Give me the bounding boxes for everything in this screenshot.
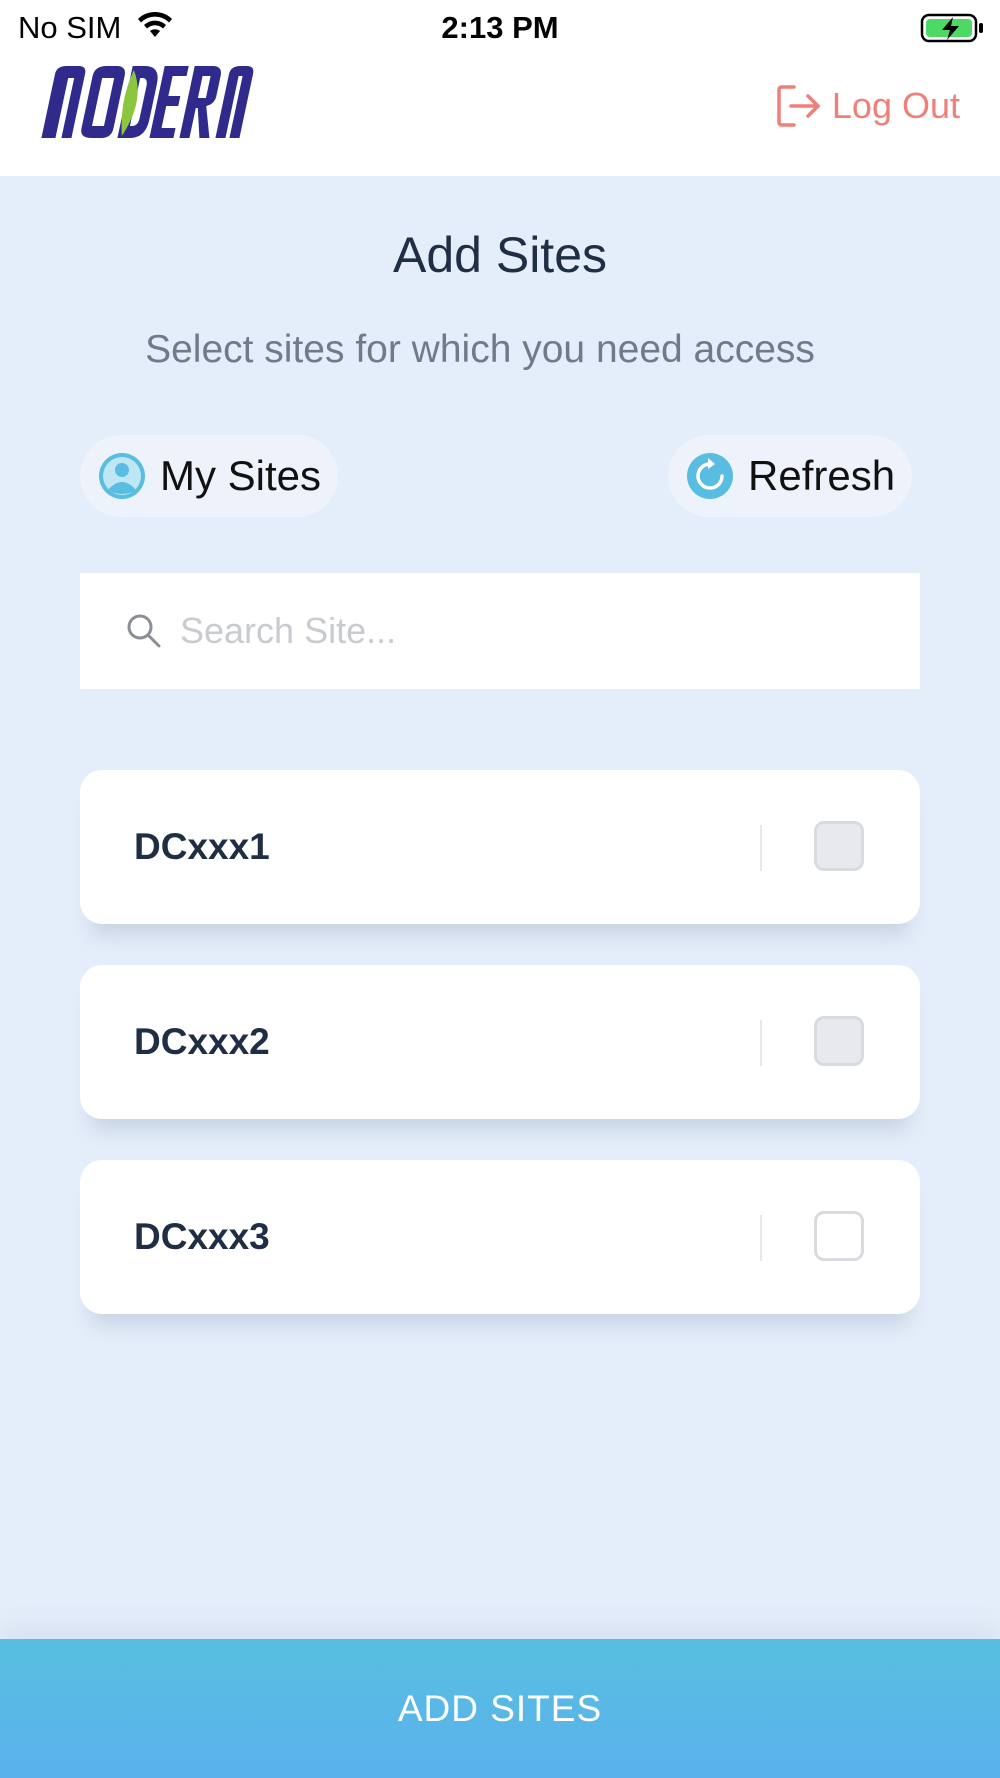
site-checkbox-1[interactable] bbox=[814, 821, 864, 871]
refresh-icon bbox=[687, 453, 733, 499]
my-sites-button[interactable]: My Sites bbox=[80, 435, 338, 517]
add-sites-button[interactable]: ADD SITES bbox=[0, 1639, 1000, 1778]
search-input[interactable] bbox=[178, 609, 882, 653]
user-icon bbox=[99, 453, 145, 499]
divider bbox=[760, 1215, 762, 1261]
site-card-1: DCxxx1 bbox=[80, 770, 920, 924]
site-card-2: DCxxx2 bbox=[80, 965, 920, 1119]
battery-charging-icon bbox=[920, 12, 986, 49]
refresh-label: Refresh bbox=[748, 452, 896, 499]
site-card-3: DCxxx3 bbox=[80, 1160, 920, 1314]
app-header: Log Out bbox=[0, 54, 1000, 176]
divider bbox=[760, 1020, 762, 1066]
page-title: Add Sites bbox=[392, 227, 607, 283]
logout-icon bbox=[777, 85, 820, 127]
clock: 2:13 PM bbox=[441, 10, 559, 45]
divider bbox=[760, 825, 762, 871]
refresh-button[interactable]: Refresh bbox=[668, 435, 912, 517]
site-name: DCxxx3 bbox=[134, 1216, 270, 1257]
search-box bbox=[80, 573, 920, 689]
site-name: DCxxx2 bbox=[134, 1021, 270, 1062]
logout-button[interactable]: Log Out bbox=[776, 78, 960, 134]
site-name: DCxxx1 bbox=[134, 826, 270, 867]
logout-label: Log Out bbox=[831, 85, 960, 126]
site-checkbox-3[interactable] bbox=[814, 1211, 864, 1261]
search-icon bbox=[127, 614, 161, 648]
status-bar: No SIM 2:13 PM bbox=[0, 0, 1000, 54]
page-subtitle: Select sites for which you need access bbox=[145, 328, 815, 371]
site-checkbox-2[interactable] bbox=[814, 1016, 864, 1066]
my-sites-label: My Sites bbox=[160, 452, 322, 499]
modern-logo bbox=[38, 60, 258, 149]
